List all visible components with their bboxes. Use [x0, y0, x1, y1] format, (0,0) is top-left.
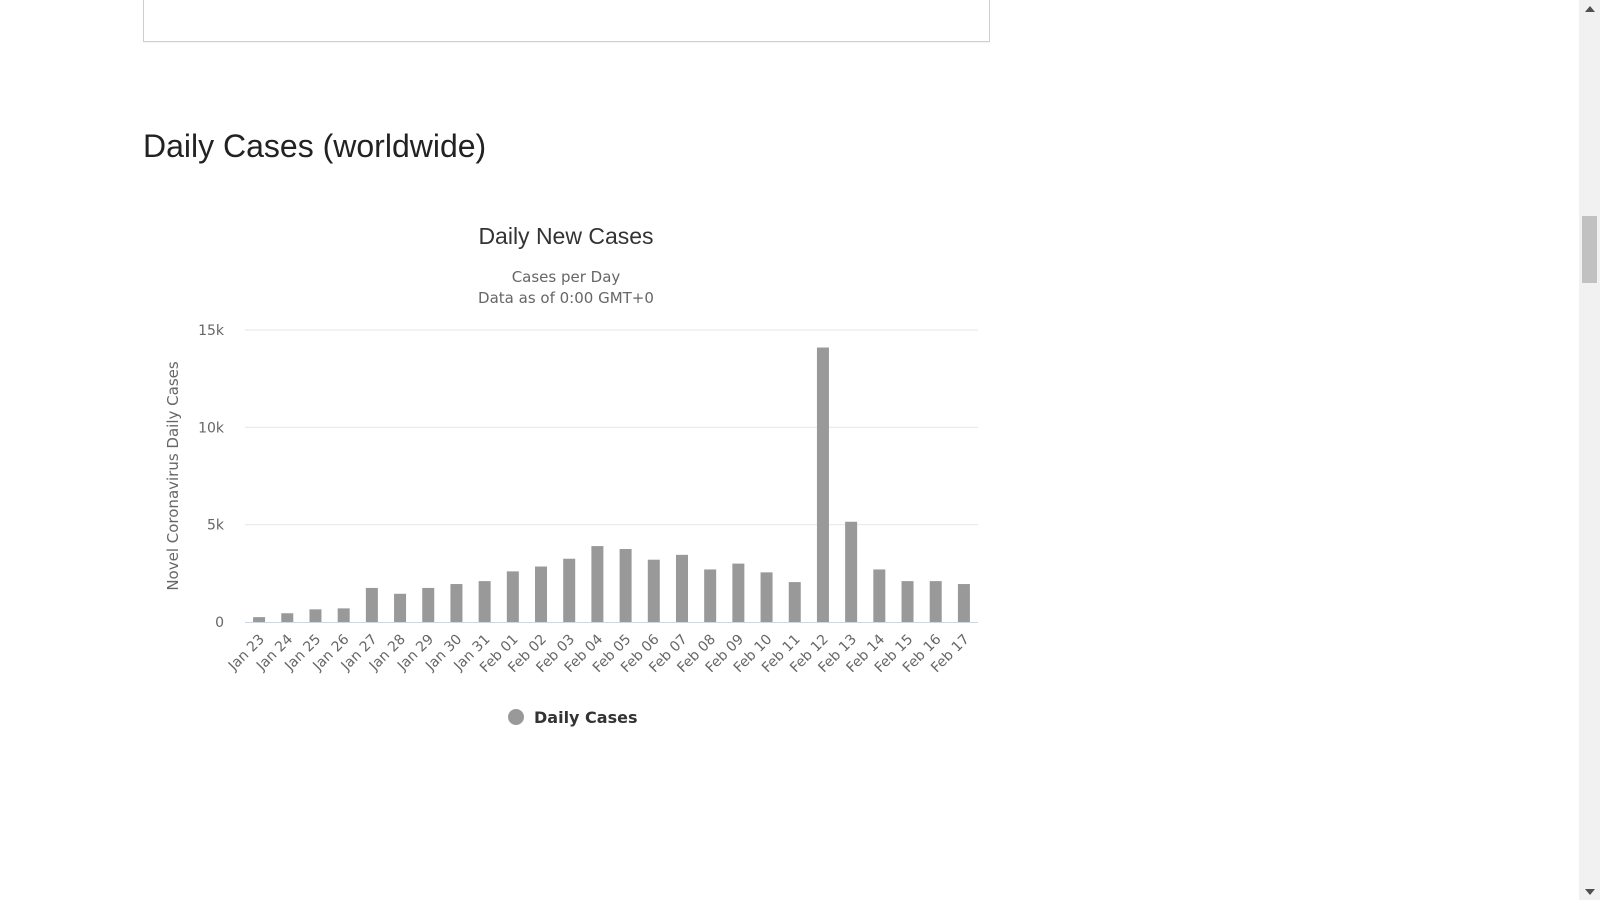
bar[interactable]	[647, 559, 660, 622]
y-tick-label: 15k	[198, 323, 225, 339]
legend-label: Daily Cases	[534, 708, 637, 727]
triangle-down-icon	[1584, 888, 1595, 895]
legend-marker	[508, 709, 524, 725]
bars	[253, 347, 970, 622]
legend-item-daily-cases[interactable]: Daily Cases	[508, 708, 637, 727]
bar[interactable]	[478, 581, 491, 622]
bar[interactable]	[845, 521, 858, 622]
bar[interactable]	[253, 617, 266, 622]
scroll-down-button[interactable]	[1579, 883, 1600, 900]
bar[interactable]	[788, 582, 801, 622]
bar[interactable]	[365, 587, 378, 622]
daily-new-cases-chart: 0 5k 10k 15k Jan 23Jan 24Jan 25Jan 26Jan 27…	[164, 223, 978, 727]
vertical-scrollbar[interactable]	[1579, 0, 1600, 900]
bar[interactable]	[619, 549, 632, 622]
bar[interactable]	[929, 581, 942, 622]
bar[interactable]	[450, 584, 463, 622]
x-tick-labels: Jan 23Jan 24Jan 25Jan 26Jan 27Jan 28Jan …	[225, 631, 973, 676]
scroll-up-button[interactable]	[1579, 0, 1600, 17]
page: Daily Cases (worldwide) 0 5k 10k 15k Jan 23…	[0, 0, 1600, 900]
bar[interactable]	[760, 572, 773, 622]
bar[interactable]	[901, 581, 914, 622]
bar[interactable]	[563, 558, 576, 622]
bar[interactable]	[873, 569, 886, 622]
bar[interactable]	[816, 347, 829, 622]
bar[interactable]	[704, 569, 717, 622]
chart-subtitle-line-1: Cases per Day	[512, 268, 621, 286]
bar[interactable]	[394, 593, 407, 622]
bar[interactable]	[337, 608, 350, 622]
y-tick-label: 0	[215, 615, 224, 631]
bar[interactable]	[422, 587, 435, 622]
y-axis-title: Novel Coronavirus Daily Cases	[164, 361, 182, 591]
bar[interactable]	[535, 566, 548, 622]
scroll-thumb[interactable]	[1582, 216, 1597, 283]
bar[interactable]	[957, 584, 970, 622]
y-tick-labels: 0 5k 10k 15k	[198, 323, 225, 631]
bar[interactable]	[732, 563, 745, 622]
chart-subtitle-line-2: Data as of 0:00 GMT+0	[478, 289, 654, 307]
chart-title: Daily New Cases	[478, 223, 653, 249]
y-tick-label: 5k	[207, 518, 225, 534]
bar[interactable]	[675, 554, 688, 622]
y-tick-label: 10k	[198, 420, 225, 436]
bar[interactable]	[591, 546, 604, 622]
triangle-up-icon	[1584, 5, 1595, 12]
bar[interactable]	[281, 613, 294, 622]
bar[interactable]	[309, 609, 322, 622]
bar[interactable]	[506, 571, 519, 622]
grid-lines	[245, 329, 978, 526]
